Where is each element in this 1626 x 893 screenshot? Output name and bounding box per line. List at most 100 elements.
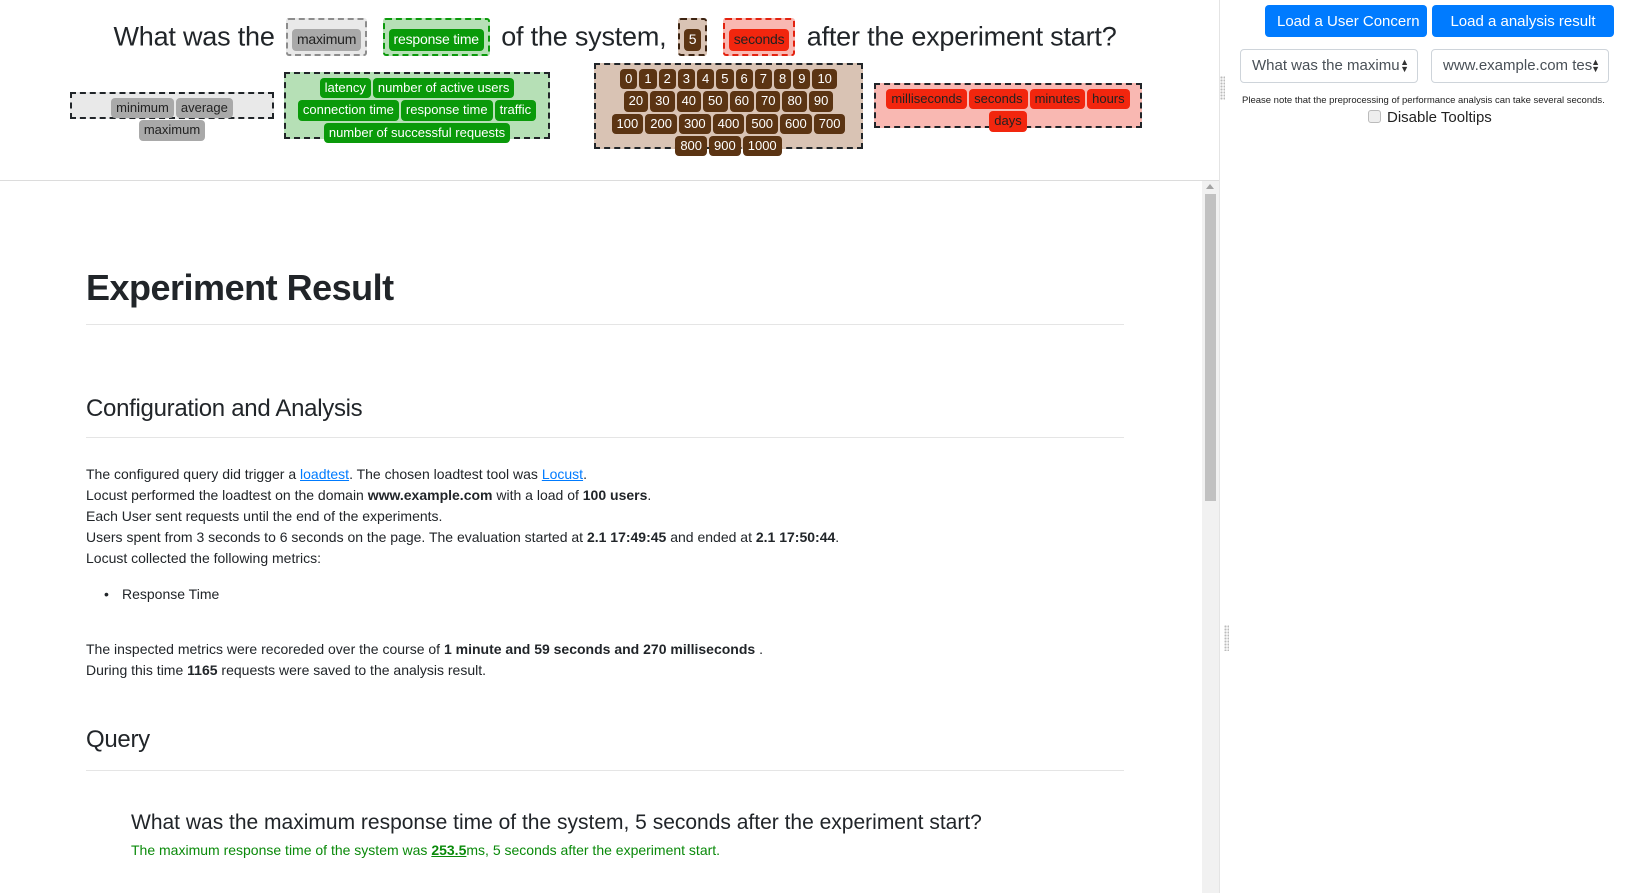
aggregation-option[interactable]: average [175, 98, 233, 119]
unit-option[interactable]: seconds [969, 89, 1028, 110]
unit-option[interactable]: milliseconds [886, 89, 968, 110]
aggregation-chip[interactable]: maximum [291, 29, 362, 51]
unit-option[interactable]: hours [1087, 89, 1130, 110]
request-count: 1165 [187, 662, 218, 678]
end-time: 2.1 17:50:44 [755, 529, 836, 545]
answer-text: The maximum response time of the system … [131, 842, 721, 858]
resize-grip-icon[interactable] [1220, 76, 1225, 100]
chip-row: 800 900 1000 [600, 135, 857, 157]
chip-row: connection time response time traffic [290, 99, 544, 121]
number-option[interactable]: 4 [697, 69, 715, 90]
metrics-list: Response Time [104, 586, 219, 602]
heading-rule [86, 437, 1124, 438]
control-panel: Load a User Concern Load a analysis resu… [1219, 0, 1626, 893]
report-line: The configured query did trigger a loadt… [86, 466, 587, 482]
domain-value: www.example.com [367, 487, 493, 503]
report-line: During this time 1165 requests were save… [86, 662, 486, 678]
unit-slot[interactable]: seconds [722, 18, 796, 56]
preprocessing-note: Please note that the preprocessing of pe… [1242, 95, 1605, 106]
answer-value-link[interactable]: 253.5 [431, 842, 466, 858]
unit-option[interactable]: days [989, 111, 1027, 132]
disable-tooltips-toggle[interactable]: Disable Tooltips [1368, 109, 1492, 126]
chip-row: 100 200 300 400 500 600 700 [600, 113, 857, 135]
number-option[interactable]: 600 [780, 113, 812, 134]
aggregation-option[interactable]: maximum [138, 120, 206, 141]
metric-option[interactable]: connection time [297, 100, 399, 121]
number-option[interactable]: 9 [793, 69, 811, 90]
chip-row: minimum averagemaximum [76, 97, 268, 142]
number-option[interactable]: 40 [676, 91, 702, 112]
report-line: Locust performed the loadtest on the dom… [86, 487, 652, 503]
number-option[interactable]: 5 [716, 69, 734, 90]
aggregation-pool: minimum averagemaximum [70, 92, 274, 141]
question-word: after the experiment start? [806, 21, 1117, 52]
report-line: Users spent from 3 seconds to 6 seconds … [86, 529, 840, 545]
start-time: 2.1 17:49:45 [586, 529, 667, 545]
scrollbar-thumb[interactable] [1205, 194, 1216, 501]
unit-option[interactable]: minutes [1029, 89, 1086, 110]
report-scrollbar[interactable] [1202, 181, 1219, 893]
metric-slot[interactable]: response time [382, 18, 490, 56]
metric-option[interactable]: number of active users [372, 78, 515, 99]
chip-row: 20 30 40 50 60 70 80 90 [600, 90, 857, 112]
tooltips-label: Disable Tooltips [1387, 109, 1492, 126]
number-option[interactable]: 500 [746, 113, 779, 134]
query-select[interactable]: What was the maximu ▲ ▼ [1240, 49, 1418, 83]
number-option[interactable]: 70 [755, 91, 781, 112]
number-option[interactable]: 30 [650, 91, 675, 112]
number-option[interactable]: 0 [620, 69, 638, 90]
metric-option[interactable]: response time [400, 100, 493, 121]
domain-select-value: www.example.com tes [1443, 57, 1593, 74]
question-word: What was the [113, 21, 275, 52]
number-option[interactable]: 50 [703, 91, 728, 112]
tooltips-checkbox[interactable] [1368, 110, 1381, 123]
chip-row: number of successful requests [290, 122, 544, 144]
chip-row: days [880, 110, 1136, 132]
metric-option[interactable]: traffic [494, 100, 537, 121]
number-option[interactable]: 900 [709, 135, 741, 156]
aggregation-slot[interactable]: maximum [285, 18, 368, 56]
report-line: Each User sent requests until the end of… [86, 508, 443, 524]
number-option[interactable]: 100 [611, 113, 644, 134]
question-word: of the system, [501, 21, 667, 52]
number-option[interactable]: 60 [729, 91, 754, 112]
scroll-up-arrow-icon[interactable] [1206, 184, 1214, 189]
locust-link[interactable]: Locust [542, 466, 583, 482]
unit-chip[interactable]: seconds [728, 29, 790, 51]
number-option[interactable]: 8 [773, 69, 792, 90]
metric-option[interactable]: number of successful requests [323, 122, 511, 143]
number-option[interactable]: 1000 [742, 135, 782, 156]
number-option[interactable]: 7 [754, 69, 772, 90]
question-sentence: What was the maximum response time of th… [0, 18, 1230, 56]
loadtest-link[interactable]: loadtest [300, 466, 349, 482]
load-analysis-result-button[interactable]: Load a analysis result [1432, 5, 1614, 37]
number-option[interactable]: 6 [735, 69, 753, 90]
select-caret-icon: ▲ ▼ [1400, 57, 1409, 74]
number-option[interactable]: 10 [812, 69, 837, 90]
metric-chip[interactable]: response time [388, 29, 484, 51]
number-option[interactable]: 80 [782, 91, 807, 112]
number-option[interactable]: 800 [675, 135, 708, 156]
number-option[interactable]: 20 [623, 91, 649, 112]
metric-option[interactable]: latency [319, 78, 371, 99]
title-rule [86, 324, 1124, 325]
number-option[interactable]: 700 [813, 113, 846, 134]
query-builder: What was the maximum response time of th… [0, 0, 1230, 180]
number-option[interactable]: 1 [639, 69, 657, 90]
query-heading: Query [86, 726, 150, 753]
resize-grip-icon[interactable] [1224, 625, 1229, 651]
number-slot[interactable]: 5 [677, 18, 708, 56]
config-heading: Configuration and Analysis [86, 395, 363, 422]
number-option[interactable]: 400 [712, 113, 745, 134]
heading-rule [86, 770, 1124, 771]
aggregation-option[interactable]: minimum [111, 98, 174, 119]
number-option[interactable]: 200 [645, 113, 677, 134]
domain-select[interactable]: www.example.com tes ▲ ▼ [1431, 49, 1609, 83]
number-chip[interactable]: 5 [683, 29, 702, 51]
number-option[interactable]: 3 [677, 69, 696, 90]
number-option[interactable]: 2 [658, 69, 676, 90]
page-title: Experiment Result [86, 267, 394, 308]
number-option[interactable]: 300 [678, 113, 711, 134]
load-user-concern-button[interactable]: Load a User Concern [1265, 5, 1427, 37]
number-option[interactable]: 90 [808, 91, 834, 112]
